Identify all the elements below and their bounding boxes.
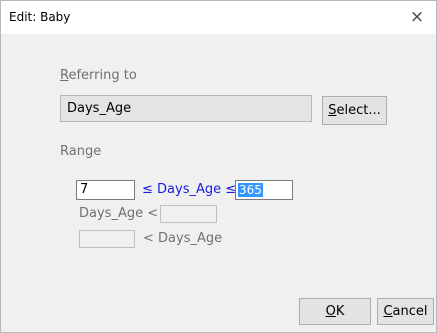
title-bar: Edit: Baby ×	[1, 1, 436, 34]
referring-to-label: Referring to	[60, 68, 137, 83]
ok-button[interactable]: OK	[299, 298, 371, 325]
referring-to-field: Days_Age	[60, 95, 312, 122]
edit-dialog: Edit: Baby × Referring to Days_Age Selec…	[0, 0, 437, 333]
greater-than-expression: < Days_Age	[143, 231, 223, 246]
ok-label: K	[335, 304, 345, 319]
window-title: Edit: Baby	[9, 10, 71, 24]
range-label-pre: Ran	[60, 144, 85, 159]
range-min-value: 7	[80, 182, 89, 197]
referring-to-value: Days_Age	[67, 101, 132, 116]
cancel-button[interactable]: Cancel	[377, 298, 434, 325]
select-label: elect...	[336, 103, 381, 118]
range-label: Range	[60, 144, 101, 159]
range-max-input[interactable]: 365	[235, 180, 293, 200]
between-expression: ≤ Days_Age ≤	[142, 182, 237, 197]
less-than-input[interactable]	[160, 205, 217, 223]
select-mnemonic: S	[328, 103, 337, 118]
range-mnemonic: g	[84, 144, 94, 159]
close-icon[interactable]: ×	[403, 4, 431, 30]
ok-mnemonic: O	[325, 304, 336, 319]
range-max-value: 365	[238, 183, 263, 197]
select-button[interactable]: Select...	[322, 96, 387, 125]
greater-than-input[interactable]	[79, 230, 135, 248]
cancel-label: ancel	[392, 304, 428, 319]
cancel-mnemonic: C	[383, 304, 393, 319]
range-min-input[interactable]: 7	[76, 180, 135, 200]
less-than-expression: Days_Age <	[79, 206, 159, 221]
range-label-post: e	[93, 144, 102, 159]
referring-to-label-text: eferring to	[68, 68, 137, 83]
